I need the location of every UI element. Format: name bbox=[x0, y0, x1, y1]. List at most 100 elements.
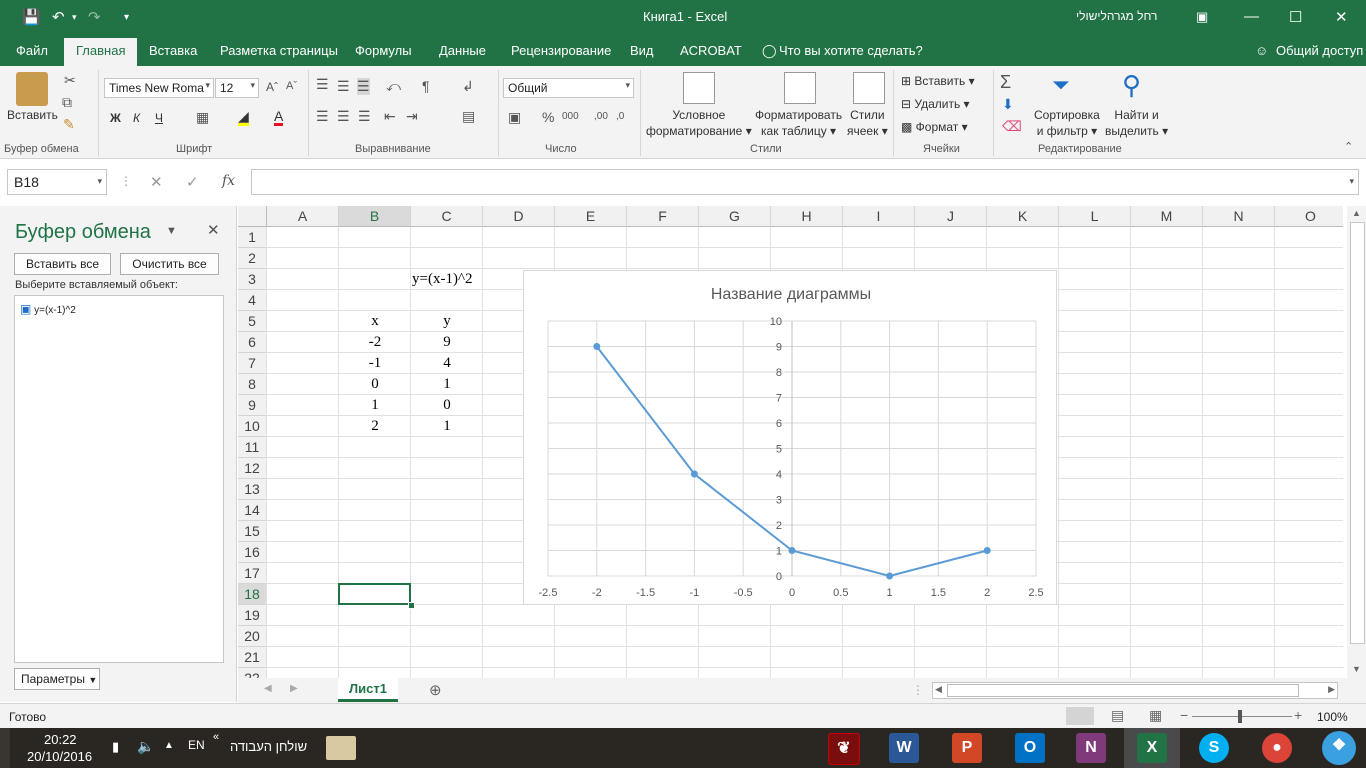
row-header-15[interactable]: 15 bbox=[238, 521, 267, 542]
customize-qat-icon[interactable]: ▾ bbox=[124, 12, 129, 23]
vertical-scrollbar[interactable]: ▲ ▼ bbox=[1347, 206, 1366, 678]
cell-c8[interactable]: 1 bbox=[411, 374, 483, 395]
maximize-icon[interactable]: ☐ bbox=[1289, 8, 1302, 26]
skype-app-icon[interactable]: S bbox=[1199, 733, 1229, 763]
accounting-format-icon[interactable]: ▣ bbox=[508, 109, 521, 126]
font-name-combo[interactable]: Times New Roma ▾ bbox=[104, 78, 214, 98]
row-header-19[interactable]: 19 bbox=[238, 605, 267, 626]
row-header-7[interactable]: 7 bbox=[238, 353, 267, 374]
desktop-toolbar-chevron-icon[interactable]: « bbox=[213, 731, 219, 743]
align-left-icon[interactable]: ☰ bbox=[316, 108, 329, 125]
row-header-20[interactable]: 20 bbox=[238, 626, 267, 647]
sort-filter-icon[interactable]: ⏷ bbox=[1052, 72, 1070, 98]
clear-icon[interactable]: ⌫ bbox=[1002, 118, 1022, 135]
undo-icon[interactable]: ↶ bbox=[52, 8, 65, 26]
tab-acrobat[interactable]: ACROBAT bbox=[680, 43, 742, 58]
borders-icon[interactable]: ▦ bbox=[196, 109, 209, 126]
powerpoint-app-icon[interactable]: P bbox=[952, 733, 982, 763]
orientation-icon[interactable]: ⤺ bbox=[386, 78, 401, 95]
row-header-8[interactable]: 8 bbox=[238, 374, 267, 395]
share-button[interactable]: Общий доступ bbox=[1276, 43, 1363, 58]
chart-title[interactable]: Название диаграммы bbox=[711, 286, 871, 303]
scroll-thumb[interactable] bbox=[1350, 222, 1365, 644]
select-all-button[interactable] bbox=[238, 206, 267, 227]
align-center-icon[interactable]: ☰ bbox=[337, 108, 350, 125]
expand-formula-icon[interactable]: ▾ bbox=[1349, 176, 1354, 187]
scroll-down-icon[interactable]: ▼ bbox=[1352, 664, 1361, 674]
sort-filter-button[interactable]: Сортировка и фильтр ▾ bbox=[1034, 107, 1100, 139]
copy-icon[interactable]: ⧉ bbox=[62, 94, 72, 111]
fill-icon[interactable]: ⬇ bbox=[1002, 96, 1014, 113]
cell-styles-button[interactable]: Стили ячеек ▾ bbox=[847, 107, 888, 139]
tell-me-box[interactable]: Что вы хотите сделать? bbox=[779, 43, 923, 58]
clock-time[interactable]: 20:22 bbox=[44, 732, 77, 747]
split-handle-icon[interactable]: ⋮ bbox=[912, 683, 924, 697]
show-desktop-button[interactable] bbox=[0, 728, 10, 768]
chrome-app-icon[interactable]: ● bbox=[1262, 733, 1292, 763]
row-header-18[interactable]: 18 bbox=[238, 584, 267, 605]
row-header-6[interactable]: 6 bbox=[238, 332, 267, 353]
column-header-a[interactable]: A bbox=[267, 206, 339, 227]
comma-style-icon[interactable]: 000 bbox=[562, 111, 579, 122]
font-color-icon[interactable]: A bbox=[274, 109, 284, 126]
cell-b9[interactable]: 1 bbox=[339, 395, 411, 416]
language-indicator[interactable]: EN bbox=[188, 738, 205, 752]
column-header-e[interactable]: E bbox=[555, 206, 627, 227]
excel-app-icon[interactable]: X bbox=[1137, 733, 1167, 763]
cell-styles-icon[interactable] bbox=[853, 72, 885, 104]
decrease-decimal-icon[interactable]: ,0 bbox=[616, 111, 624, 122]
column-header-o[interactable]: O bbox=[1275, 206, 1343, 227]
column-header-f[interactable]: F bbox=[627, 206, 699, 227]
tab-formulas[interactable]: Формулы bbox=[355, 43, 412, 58]
number-format-combo[interactable]: Общий ▾ bbox=[503, 78, 634, 98]
page-layout-view-icon[interactable]: ▤ bbox=[1111, 707, 1124, 724]
zoom-slider[interactable] bbox=[1192, 716, 1292, 717]
start-button-icon[interactable]: ❖ bbox=[1322, 731, 1356, 765]
conditional-formatting-icon[interactable] bbox=[683, 72, 715, 104]
paste-icon[interactable] bbox=[16, 72, 48, 106]
page-break-view-icon[interactable]: ▦ bbox=[1149, 707, 1162, 724]
collapse-ribbon-icon[interactable]: ⌃ bbox=[1344, 140, 1353, 153]
cell-b10[interactable]: 2 bbox=[339, 416, 411, 437]
merge-center-icon[interactable]: ▤ bbox=[462, 108, 475, 125]
clear-all-button[interactable]: Очистить все bbox=[120, 253, 219, 275]
scroll-right-icon[interactable]: ▶ bbox=[1328, 684, 1335, 695]
underline-button[interactable]: Ч bbox=[155, 110, 163, 126]
selected-cell-b18[interactable] bbox=[338, 583, 411, 605]
volume-icon[interactable]: 🔈 bbox=[137, 738, 154, 755]
format-as-table-button[interactable]: Форматировать как таблицу ▾ bbox=[755, 107, 842, 139]
column-header-n[interactable]: N bbox=[1203, 206, 1275, 227]
align-right-icon[interactable]: ☰ bbox=[358, 108, 371, 125]
name-box[interactable]: B18 ▾ bbox=[7, 169, 107, 195]
column-header-m[interactable]: M bbox=[1131, 206, 1203, 227]
cut-icon[interactable]: ✂ bbox=[64, 72, 76, 89]
zoom-out-icon[interactable]: − bbox=[1180, 707, 1188, 723]
conditional-formatting-button[interactable]: Условное форматирование ▾ bbox=[646, 107, 752, 139]
column-header-b[interactable]: B bbox=[339, 206, 411, 227]
undo-dropdown-icon[interactable]: ▾ bbox=[72, 12, 77, 23]
cell-b8[interactable]: 0 bbox=[339, 374, 411, 395]
font-size-combo[interactable]: 12 ▾ bbox=[215, 78, 259, 98]
row-header-4[interactable]: 4 bbox=[238, 290, 267, 311]
align-bottom-icon[interactable]: ☰ bbox=[357, 78, 370, 95]
row-header-5[interactable]: 5 bbox=[238, 311, 267, 332]
row-header-11[interactable]: 11 bbox=[238, 437, 267, 458]
italic-button[interactable]: К bbox=[133, 110, 140, 126]
cell-b6[interactable]: -2 bbox=[339, 332, 411, 353]
cell-b7[interactable]: -1 bbox=[339, 353, 411, 374]
tray-expand-icon[interactable]: ▲ bbox=[164, 740, 174, 751]
prev-sheet-icon[interactable]: ◀ bbox=[264, 683, 272, 694]
row-header-10[interactable]: 10 bbox=[238, 416, 267, 437]
increase-indent-icon[interactable]: ⇥ bbox=[406, 108, 418, 125]
shrink-font-icon[interactable]: Aˇ bbox=[286, 80, 297, 92]
column-header-c[interactable]: C bbox=[411, 206, 483, 227]
column-header-g[interactable]: G bbox=[699, 206, 771, 227]
close-icon[interactable]: ✕ bbox=[1335, 8, 1348, 26]
column-header-i[interactable]: I bbox=[843, 206, 915, 227]
row-header-22[interactable]: 22 bbox=[238, 668, 267, 678]
row-header-2[interactable]: 2 bbox=[238, 248, 267, 269]
user-name[interactable]: רחל מגרהלישולי bbox=[1076, 9, 1157, 23]
zoom-in-icon[interactable]: + bbox=[1294, 707, 1302, 723]
percent-icon[interactable]: % bbox=[542, 109, 554, 125]
insert-function-icon[interactable]: fx bbox=[222, 173, 235, 189]
